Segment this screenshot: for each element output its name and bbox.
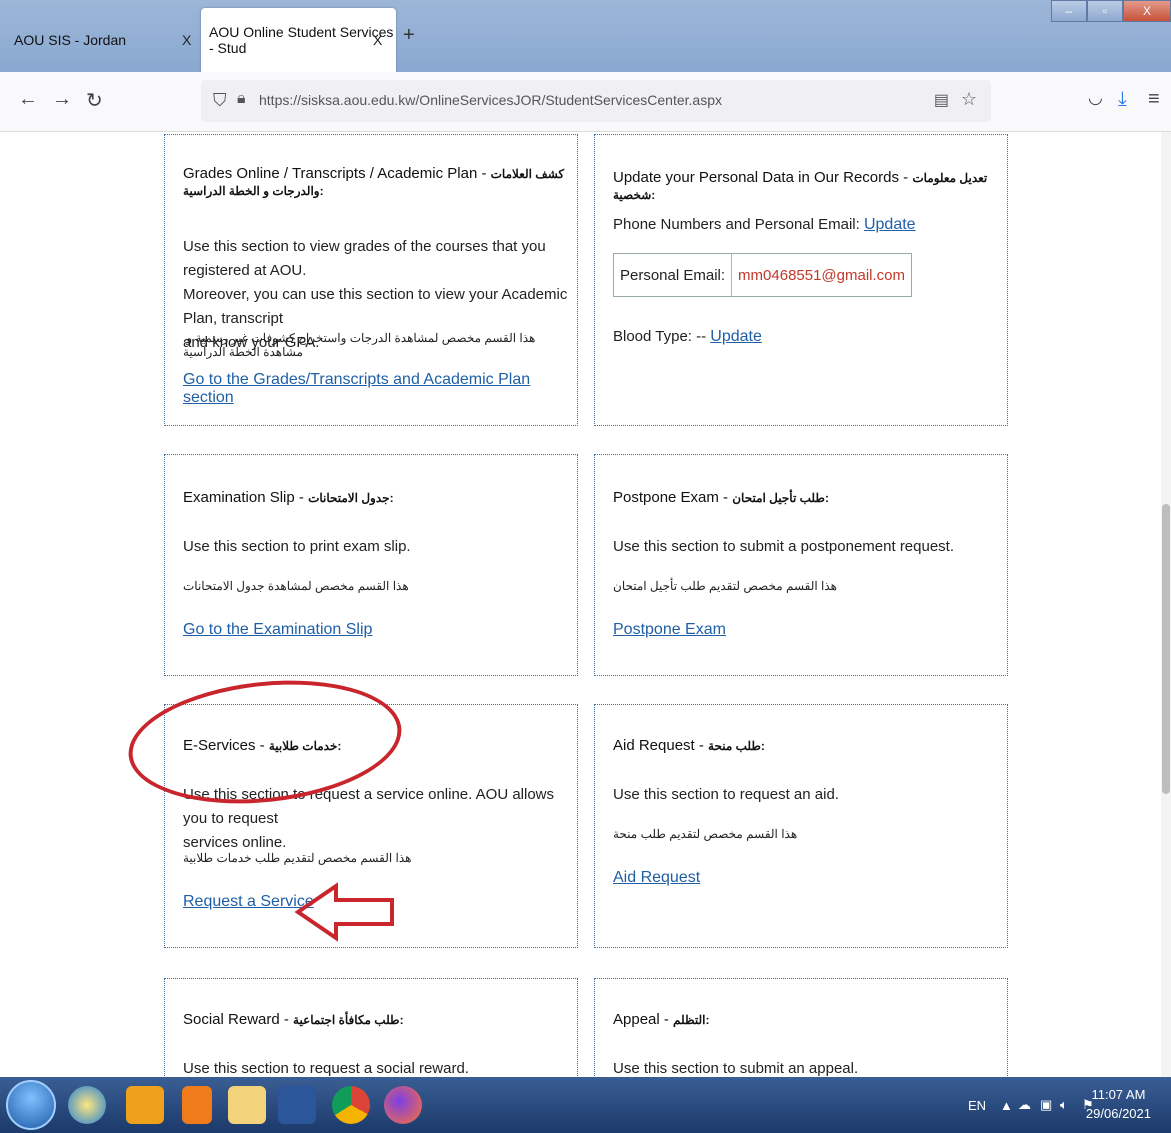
card-examination-slip: Examination Slip - جدول الامتحانات: Use … (164, 454, 578, 676)
media-player-icon[interactable] (172, 1081, 222, 1129)
update-blood-type-link[interactable]: Update (710, 328, 762, 345)
url-text[interactable]: https://sisksa.aou.edu.kw/OnlineServices… (259, 92, 722, 108)
card-description: Use this section to submit an appeal. (613, 1060, 859, 1077)
firefox-icon[interactable] (378, 1081, 428, 1129)
card-postpone-exam: Postpone Exam - طلب تأجيل امتحان: Use th… (594, 454, 1008, 676)
examination-slip-link[interactable]: Go to the Examination Slip (183, 621, 372, 638)
lock-icon[interactable]: 🔒︎ (237, 90, 246, 108)
card-description-arabic: .هذا القسم مخصص لمشاهدة الدرجات واستخراج… (183, 331, 536, 359)
bookmark-star-icon[interactable]: ☆ (961, 89, 977, 110)
card-description: Use this section to request a social rew… (183, 1060, 469, 1077)
card-description: Use this section to submit a postponemen… (613, 538, 955, 555)
tab-online-student-services[interactable]: AOU Online Student Services - Stud X (201, 8, 396, 72)
card-grades: Grades Online / Transcripts / Academic P… (164, 134, 578, 426)
forward-arrow-icon[interactable]: → (52, 88, 72, 111)
reload-icon[interactable]: ↻ (86, 88, 103, 113)
word-icon[interactable] (272, 1081, 322, 1129)
chrome-icon[interactable] (326, 1081, 376, 1129)
tab-label: AOU SIS - Jordan (14, 32, 127, 48)
personal-email-box: Personal Email: mm0468551@gmail.com (613, 253, 913, 297)
card-title: Postpone Exam - طلب تأجيل امتحان: (613, 489, 829, 506)
card-title: Examination Slip - جدول الامتحانات: (183, 489, 394, 506)
file-explorer-icon[interactable] (222, 1081, 272, 1129)
aid-request-link[interactable]: Aid Request (613, 869, 700, 886)
card-title: Appeal - التظلم: (613, 1011, 710, 1028)
volume-icon[interactable]: 🔈︎ (1060, 1077, 1068, 1133)
download-icon[interactable]: ⤓ (1118, 88, 1127, 111)
clock-date: 29/06/2021 (1085, 1106, 1151, 1121)
postpone-exam-link[interactable]: Postpone Exam (613, 621, 726, 638)
card-description: Use this section to request an aid. (613, 786, 839, 803)
card-personal-data: Update your Personal Data in Our Records… (594, 134, 1008, 426)
address-bar[interactable]: ⛉ 🔒︎ https://sisksa.aou.edu.kw/OnlineSer… (201, 80, 991, 122)
back-arrow-icon[interactable]: ← (18, 88, 38, 111)
page-scrollbar[interactable] (1161, 132, 1171, 1077)
navigation-bar: ← → ↻ ⛉ 🔒︎ https://sisksa.aou.edu.kw/Onl… (0, 72, 1171, 132)
minimize-button[interactable]: – (1051, 0, 1087, 22)
card-description: Use this section to print exam slip. (183, 538, 411, 555)
windows-taskbar: EN ▲ ☁ ▣ 🔈︎ ⚑ 11:07 AM 29/06/2021 (0, 1077, 1171, 1133)
card-title: Grades Online / Transcripts / Academic P… (183, 165, 565, 198)
window-controls: – ▫ X (1051, 0, 1171, 22)
network-icon[interactable]: ▣ (1040, 1077, 1052, 1133)
internet-explorer-icon[interactable] (62, 1081, 112, 1129)
close-window-button[interactable]: X (1123, 0, 1171, 22)
maximize-button[interactable]: ▫ (1087, 0, 1123, 22)
card-aid-request: Aid Request - طلب منحة: Use this section… (594, 704, 1008, 948)
tab-close-icon[interactable]: X (182, 32, 191, 48)
card-title: Aid Request - طلب منحة: (613, 737, 765, 754)
grades-link[interactable]: Go to the Grades/Transcripts and Academi… (183, 371, 530, 406)
menu-icon[interactable]: ≡ (1148, 88, 1160, 111)
blood-type-row: Blood Type: -- Update (613, 328, 762, 345)
pocket-icon[interactable]: ◡ (1088, 88, 1103, 108)
language-indicator[interactable]: EN (968, 1077, 986, 1133)
start-button[interactable] (6, 1080, 56, 1130)
tracking-shield-icon[interactable]: ⛉ (213, 90, 227, 111)
update-phone-link[interactable]: Update (864, 216, 916, 233)
phone-email-row: Phone Numbers and Personal Email: Update (613, 216, 916, 233)
reader-view-icon[interactable]: ▤ (934, 90, 949, 110)
tab-label: AOU Online Student Services - Stud (209, 24, 394, 56)
card-title: Social Reward - طلب مكافأة اجتماعية: (183, 1011, 404, 1028)
clock-time: 11:07 AM (1091, 1087, 1146, 1102)
card-appeal: Appeal - التظلم: Use this section to sub… (594, 978, 1008, 1077)
outlook-icon[interactable] (120, 1081, 170, 1129)
scrollbar-thumb[interactable] (1162, 504, 1170, 794)
page-content: Grades Online / Transcripts / Academic P… (0, 132, 1171, 1077)
card-description-arabic: هذا القسم مخصص لتقديم طلب خدمات طلابية (183, 851, 412, 865)
email-value: mm0468551@gmail.com (738, 266, 906, 284)
annotation-arrow-icon (294, 882, 394, 942)
card-description-arabic: هذا القسم مخصص لتقديم طلب تأجيل امتحان (613, 579, 837, 593)
cloud-icon[interactable]: ☁ (1018, 1077, 1031, 1133)
card-description-arabic: هذا القسم مخصص لتقديم طلب منحة (613, 827, 798, 841)
tray-expand-icon[interactable]: ▲ (1000, 1077, 1013, 1133)
tab-close-icon[interactable]: X (373, 32, 382, 48)
new-tab-button[interactable]: + (403, 24, 415, 47)
card-description-arabic: هذا القسم مخصص لمشاهدة جدول الامتحانات (183, 579, 409, 593)
card-title: Update your Personal Data in Our Records… (613, 169, 988, 202)
browser-title-bar: AOU SIS - Jordan X AOU Online Student Se… (0, 0, 1171, 72)
email-label: Personal Email: (614, 254, 733, 296)
tab-aou-sis-jordan[interactable]: AOU SIS - Jordan X (0, 8, 200, 72)
card-social-reward: Social Reward - طلب مكافأة اجتماعية: Use… (164, 978, 578, 1077)
clock[interactable]: 11:07 AM 29/06/2021 (1086, 1085, 1151, 1123)
